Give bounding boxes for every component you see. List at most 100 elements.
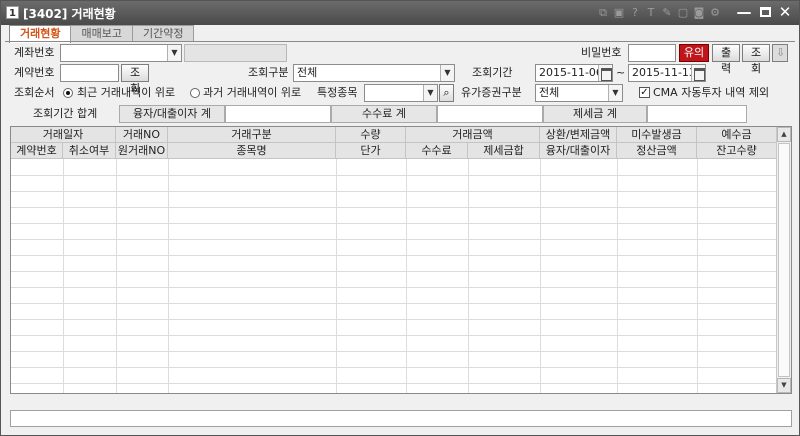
period-separator: ~ <box>616 66 626 79</box>
col-contract-no[interactable]: 계약번호 <box>11 143 63 159</box>
col-repay-amount[interactable]: 상환/변제금액 <box>540 127 617 143</box>
grid-column-line <box>116 159 117 393</box>
grid-column-line <box>406 159 407 393</box>
order-recent-label[interactable]: 최근 거래내역이 위로 <box>77 84 175 102</box>
specific-item-select[interactable]: ▼ <box>364 84 438 102</box>
query-type-select[interactable]: 전체 ▼ <box>293 64 455 82</box>
scroll-thumb[interactable] <box>778 143 790 377</box>
grid-row-line <box>11 207 777 208</box>
col-orig-trade-no[interactable]: 원거래NO <box>116 143 168 159</box>
query-type-label: 조회구분 <box>248 66 289 79</box>
grid-header: 거래일자 거래NO 거래구분 수량 거래금액 상환/변제금액 미수발생금 예수금… <box>11 127 777 159</box>
tax-label: 제세금 계 <box>543 105 647 123</box>
contract-label: 계약번호 <box>14 66 55 79</box>
col-trade-date[interactable]: 거래일자 <box>11 127 116 143</box>
status-bar <box>10 410 792 427</box>
calendar-icon[interactable] <box>691 65 705 81</box>
chevron-down-icon[interactable]: ▼ <box>167 45 181 61</box>
title-toolbar: ⧉ ▣ ? T ✎ ▢ ◙ ⚙ <box>597 6 721 20</box>
maximize-icon <box>759 7 771 17</box>
memo-icon[interactable]: ✎ <box>661 6 673 19</box>
grid-column-line <box>336 159 337 393</box>
camera-icon[interactable]: ◙ <box>693 6 705 19</box>
settings-icon[interactable]: ⚙ <box>709 6 721 19</box>
col-item-name[interactable]: 종목명 <box>168 143 336 159</box>
account-select[interactable]: ▼ <box>60 44 182 62</box>
print-button[interactable]: 출력 <box>712 44 740 75</box>
securities-type-select[interactable]: 전체 ▼ <box>535 84 623 102</box>
fee-label: 수수료 계 <box>331 105 437 123</box>
grid-column-line <box>697 159 698 393</box>
order-recent-radio[interactable] <box>63 88 73 98</box>
chevron-down-icon[interactable]: ▼ <box>608 85 622 101</box>
col-fee[interactable]: 수수료 <box>406 143 468 159</box>
fee-value <box>437 105 543 123</box>
chevron-down-icon[interactable]: ▼ <box>423 85 437 101</box>
grid-row-line <box>11 223 777 224</box>
col-settle-amount[interactable]: 정산금액 <box>617 143 697 159</box>
period-from-value: 2015-11-06 <box>539 66 603 79</box>
contract-query-button[interactable]: 조회 <box>121 64 149 95</box>
query-button[interactable]: 조회 <box>742 44 770 75</box>
chevron-down-icon[interactable]: ▼ <box>440 65 454 81</box>
col-unit-price[interactable]: 단가 <box>336 143 406 159</box>
caution-button[interactable]: 유의 <box>679 44 709 62</box>
help-icon[interactable]: ? <box>629 6 641 19</box>
col-cancel[interactable]: 취소여부 <box>63 143 116 159</box>
col-quantity[interactable]: 수량 <box>336 127 406 143</box>
maximize-button[interactable] <box>756 3 774 21</box>
grid-row-line <box>11 303 777 304</box>
grid-column-line <box>63 159 64 393</box>
password-label: 비밀번호 <box>581 46 622 59</box>
period-to-value: 2015-11-13 <box>632 66 696 79</box>
contract-input[interactable] <box>60 64 119 82</box>
tab-bar: 거래현황 매매보고 기간약정 <box>9 25 195 43</box>
grid-row-line <box>11 351 777 352</box>
loan-interest-value <box>225 105 331 123</box>
scroll-up-icon[interactable]: ▲ <box>777 127 791 142</box>
grid-row-line <box>11 335 777 336</box>
close-button[interactable]: ✕ <box>776 3 794 21</box>
grid-column-line <box>468 159 469 393</box>
cma-exclude-checkbox[interactable]: ✓ <box>639 87 650 98</box>
search-icon: ⌕ <box>443 86 450 99</box>
item-search-button[interactable]: ⌕ <box>439 84 454 102</box>
col-unpaid[interactable]: 미수발생금 <box>617 127 697 143</box>
col-trade-no[interactable]: 거래NO <box>116 127 168 143</box>
col-balance-qty[interactable]: 잔고수량 <box>697 143 777 159</box>
grid-body[interactable] <box>11 159 777 393</box>
order-past-label[interactable]: 과거 거래내역이 위로 <box>203 84 301 102</box>
grid-row-line <box>11 271 777 272</box>
col-trade-amount[interactable]: 거래금액 <box>406 127 540 143</box>
link-icon[interactable]: ⧉ <box>597 6 609 19</box>
grid-row-line <box>11 319 777 320</box>
next-button[interactable]: ⇩ <box>772 44 788 62</box>
trade-grid[interactable]: 거래일자 거래NO 거래구분 수량 거래금액 상환/변제금액 미수발생금 예수금… <box>10 126 792 394</box>
calendar-icon[interactable] <box>598 65 612 81</box>
col-trade-type[interactable]: 거래구분 <box>168 127 336 143</box>
col-deposit[interactable]: 예수금 <box>697 127 777 143</box>
account-name-field <box>184 44 287 62</box>
col-loan-interest[interactable]: 융자/대출이자 <box>540 143 617 159</box>
grid-scrollbar[interactable]: ▲ ▼ <box>776 127 791 393</box>
period-to-input[interactable]: 2015-11-13 <box>628 64 706 82</box>
tab-trade-report[interactable]: 매매보고 <box>70 25 133 42</box>
period-total-label: 조회기간 합계 <box>33 107 98 120</box>
lock-icon[interactable]: ▣ <box>613 6 625 19</box>
securities-type-value: 전체 <box>539 86 560 99</box>
cma-exclude-label[interactable]: CMA 자동투자 내역 제외 <box>653 84 769 102</box>
minimize-button[interactable]: — <box>735 3 753 21</box>
grid-column-line <box>168 159 169 393</box>
popup-icon[interactable]: ▢ <box>677 6 689 19</box>
period-from-input[interactable]: 2015-11-06 <box>535 64 613 82</box>
grid-row-line <box>11 255 777 256</box>
order-label: 조회순서 <box>14 86 55 99</box>
text-icon[interactable]: T <box>645 6 657 19</box>
order-past-radio[interactable] <box>190 88 200 98</box>
col-tax-sum[interactable]: 제세금합 <box>468 143 540 159</box>
password-input[interactable] <box>628 44 676 62</box>
tab-period-contract[interactable]: 기간약정 <box>131 25 195 42</box>
grid-column-line <box>617 159 618 393</box>
scroll-down-icon[interactable]: ▼ <box>777 378 791 393</box>
tab-divider <box>5 41 795 42</box>
